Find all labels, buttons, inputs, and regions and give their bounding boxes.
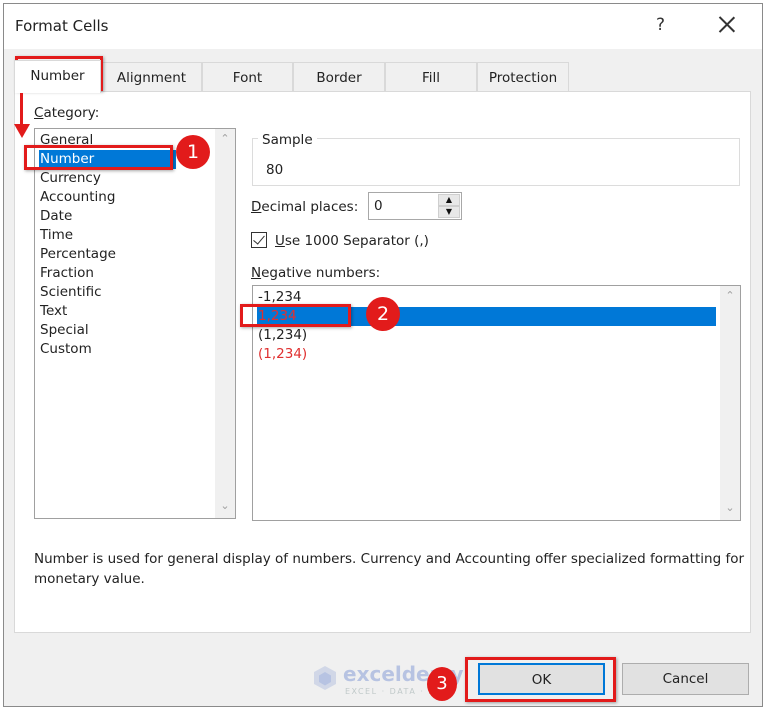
cancel-button[interactable]: Cancel — [622, 663, 749, 695]
annotation-badge-2: 2 — [366, 297, 400, 331]
format-cells-dialog: Format Cells ? Number Alignment Font Bor… — [3, 3, 763, 707]
category-scrollbar[interactable]: ⌃ ⌄ — [215, 129, 235, 518]
sample-group — [252, 138, 740, 186]
category-item-scientific[interactable]: Scientific — [39, 283, 102, 302]
negative-format-item[interactable]: (1,234) — [257, 326, 307, 345]
category-item-special[interactable]: Special — [39, 321, 89, 340]
tab-border[interactable]: Border — [293, 62, 385, 92]
negative-numbers-label: Negative numbers: — [251, 265, 381, 281]
category-item-accounting[interactable]: Accounting — [39, 188, 115, 207]
category-label: Category: — [34, 105, 100, 121]
tab-protection[interactable]: Protection — [477, 62, 569, 92]
triangle-up-icon[interactable]: ▲ — [438, 194, 460, 206]
exceldemy-logo-icon — [314, 666, 336, 690]
sample-value: 80 — [266, 162, 284, 178]
dialog-title: Format Cells — [15, 17, 109, 35]
category-description: Number is used for general display of nu… — [34, 551, 745, 587]
ok-button[interactable]: OK — [478, 663, 605, 695]
category-listbox[interactable]: General Number Currency Accounting Date … — [34, 128, 236, 519]
annotation-arrow-line — [20, 89, 23, 127]
number-tab-panel: Category: General Number Currency Accoun… — [14, 91, 751, 633]
sample-label: Sample — [258, 132, 317, 148]
annotation-arrow-head-icon — [14, 124, 30, 138]
use-1000-separator-checkbox[interactable] — [251, 232, 267, 248]
watermark-tagline: EXCEL · DATA · BI — [345, 687, 440, 696]
annotation-badge-3: 3 — [427, 667, 457, 701]
category-item-general[interactable]: General — [39, 131, 93, 150]
tab-number[interactable]: Number — [14, 60, 101, 93]
decimal-places-label: Decimal places: — [251, 199, 359, 215]
category-item-time[interactable]: Time — [39, 226, 73, 245]
tab-font[interactable]: Font — [202, 62, 293, 92]
chevron-up-icon[interactable]: ⌃ — [219, 133, 231, 145]
close-icon[interactable] — [716, 13, 738, 35]
category-item-text[interactable]: Text — [39, 302, 67, 321]
category-item-date[interactable]: Date — [39, 207, 72, 226]
category-item-fraction[interactable]: Fraction — [39, 264, 94, 283]
category-item-custom[interactable]: Custom — [39, 340, 92, 359]
tab-alignment[interactable]: Alignment — [101, 62, 202, 92]
tab-fill[interactable]: Fill — [385, 62, 477, 92]
decimal-places-value[interactable]: 0 — [374, 198, 383, 214]
stepper-buttons: ▲ ▼ — [438, 194, 460, 218]
negative-numbers-listbox[interactable]: -1,234 1,234 (1,234) (1,234) ⌃ ⌄ — [252, 285, 741, 521]
negative-format-item[interactable]: -1,234 — [257, 288, 302, 307]
category-item-percentage[interactable]: Percentage — [39, 245, 116, 264]
help-button[interactable]: ? — [656, 15, 665, 35]
chevron-down-icon[interactable]: ⌄ — [219, 500, 231, 512]
use-1000-separator-label[interactable]: Use 1000 Separator (,) — [275, 233, 429, 249]
chevron-down-icon[interactable]: ⌄ — [724, 502, 736, 514]
category-item-currency[interactable]: Currency — [39, 169, 101, 188]
annotation-badge-1: 1 — [176, 135, 210, 169]
title-bar: Format Cells ? — [4, 4, 762, 49]
triangle-down-icon[interactable]: ▼ — [438, 206, 460, 218]
category-item-number[interactable]: Number — [39, 150, 176, 169]
negative-format-item[interactable]: (1,234) — [257, 345, 307, 364]
negative-format-item-selected[interactable]: 1,234 — [257, 307, 716, 326]
negative-numbers-scrollbar[interactable]: ⌃ ⌄ — [720, 286, 740, 520]
chevron-up-icon[interactable]: ⌃ — [724, 290, 736, 302]
decimal-places-stepper[interactable]: 0 ▲ ▼ — [368, 192, 462, 220]
